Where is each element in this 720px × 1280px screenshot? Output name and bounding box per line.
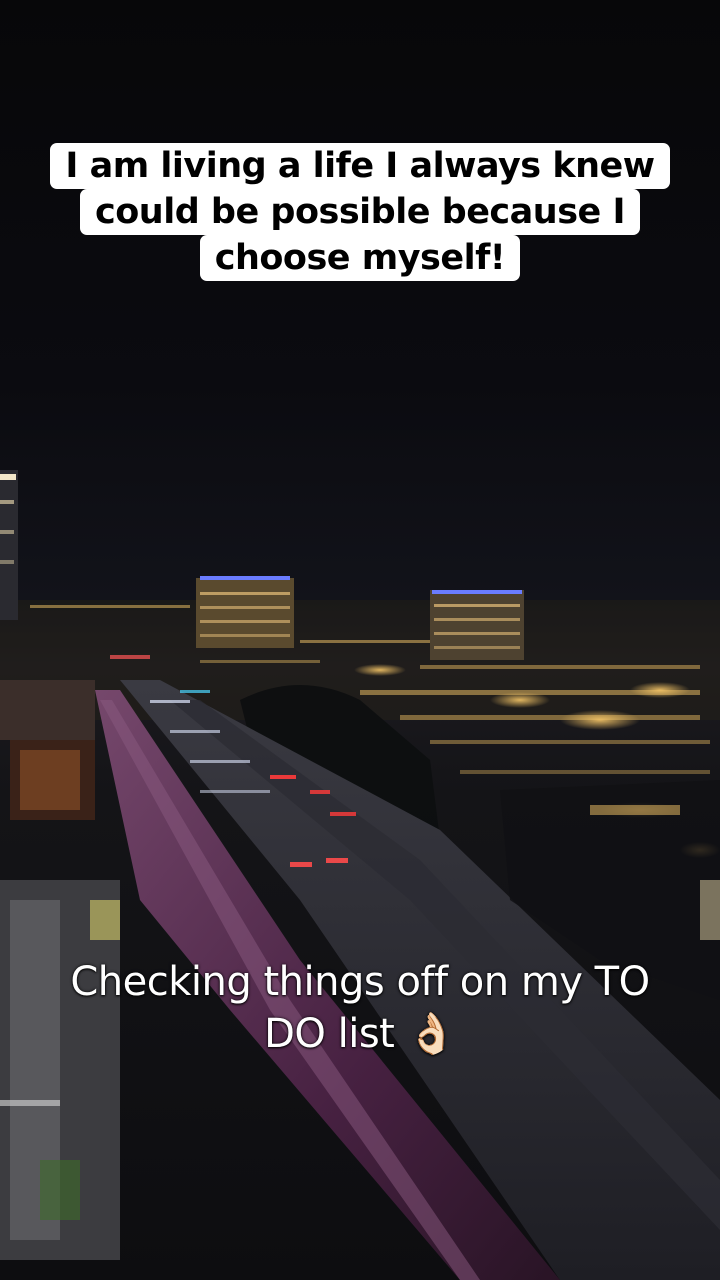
top-caption: I am living a life I always knew could b… <box>0 143 720 281</box>
top-caption-line: choose myself! <box>199 235 521 281</box>
top-caption-line: could be possible because I <box>79 189 640 235</box>
video-frame: I am living a life I always knew could b… <box>0 0 720 1280</box>
tower-right <box>430 590 524 660</box>
bottom-caption-line: Checking things off on my TO <box>70 959 650 1005</box>
bottom-caption: Checking things off on my TO DO list 👌🏻 <box>0 956 720 1060</box>
top-caption-line: I am living a life I always knew <box>50 143 670 189</box>
bottom-caption-line: DO list 👌🏻 <box>264 1011 456 1057</box>
tower-left <box>196 576 294 648</box>
edge-building-left <box>0 470 18 620</box>
